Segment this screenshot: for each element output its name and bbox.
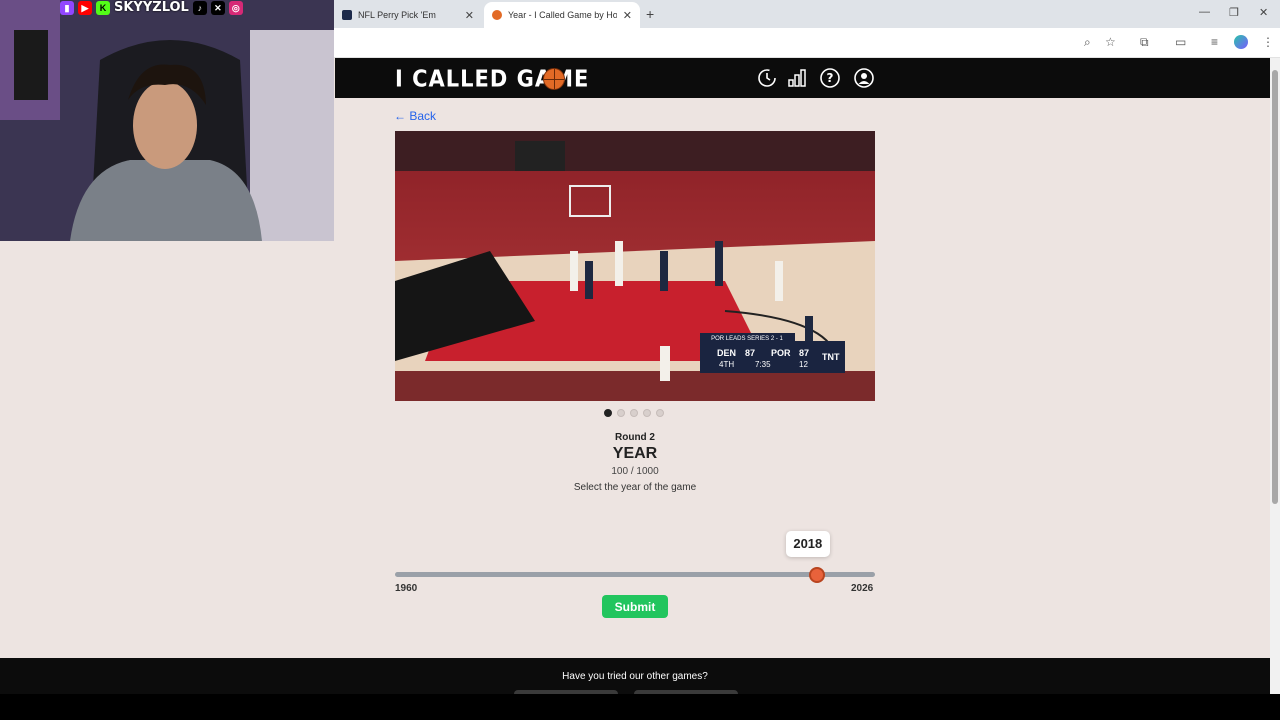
year-slider-thumb[interactable]	[808, 567, 825, 583]
browser-menu-icon[interactable]: ⋮	[1262, 35, 1274, 49]
basketball-logo-icon	[543, 68, 565, 90]
scoreboard-away-team: DEN	[717, 348, 736, 358]
close-tab-icon[interactable]: ✕	[623, 9, 632, 22]
scoreboard-shot-clock: 12	[799, 360, 808, 369]
streamer-handle: SKYYZLOL	[114, 0, 189, 15]
extensions-icon[interactable]: ⧉	[1140, 35, 1149, 50]
carousel-dot[interactable]	[617, 409, 625, 417]
site-footer: Have you tried our other games?	[0, 658, 1270, 698]
tab-label: Year - I Called Game by HoopGrids	[508, 10, 617, 20]
nfl-favicon-icon	[342, 10, 352, 20]
game-image: POR LEADS SERIES 2 - 1 DEN 87 POR 87 4TH…	[395, 131, 875, 401]
profile-icon[interactable]	[853, 67, 875, 89]
twitch-icon: ▮	[60, 0, 74, 15]
carousel-dots	[604, 409, 664, 417]
site-header: I CALLED GAME ?	[335, 58, 1280, 98]
scoreboard-away-score: 87	[745, 348, 755, 358]
scoreboard-period: 4TH	[719, 360, 734, 369]
new-tab-icon[interactable]: +	[646, 6, 654, 22]
minimize-icon[interactable]: —	[1199, 6, 1210, 18]
carousel-dot[interactable]	[604, 409, 612, 417]
round-label: Round 2	[615, 432, 655, 443]
zoom-icon[interactable]: ⌕	[1084, 35, 1091, 50]
webcam-feed	[0, 0, 334, 241]
carousel-dot[interactable]	[643, 409, 651, 417]
page-title: YEAR	[612, 445, 658, 462]
tiktok-icon: ♪	[192, 0, 207, 15]
bookmark-star-icon[interactable]: ☆	[1105, 35, 1116, 49]
carousel-dot[interactable]	[656, 409, 664, 417]
reading-list-icon[interactable]: ≡	[1211, 35, 1218, 49]
carousel-dot[interactable]	[630, 409, 638, 417]
score-display: 100 / 1000	[611, 466, 659, 477]
restore-icon[interactable]: ❐	[1229, 6, 1239, 19]
submit-button[interactable]: Submit	[602, 595, 668, 618]
back-link[interactable]: ← Back	[394, 109, 436, 123]
basketball-game-scene: POR LEADS SERIES 2 - 1 DEN 87 POR 87 4TH…	[395, 131, 875, 401]
svg-text:?: ?	[827, 71, 834, 85]
x-icon: ✕	[210, 0, 225, 15]
help-icon[interactable]: ?	[819, 67, 841, 89]
close-tab-icon[interactable]: ✕	[465, 9, 474, 22]
close-window-icon[interactable]: ✕	[1259, 6, 1268, 19]
social-icons-bar: ▮ ▶ K SKYYZLOL ♪ ✕ ◎	[60, 0, 243, 15]
history-icon[interactable]	[756, 67, 778, 89]
slider-value-tooltip: 2018	[785, 531, 830, 557]
basketball-favicon-icon	[492, 10, 502, 20]
year-slider-track[interactable]	[395, 572, 875, 577]
taskbar	[0, 694, 1280, 720]
tab-i-called-game[interactable]: Year - I Called Game by HoopGrids ✕	[484, 2, 640, 28]
scoreboard-home-score: 87	[799, 348, 809, 358]
youtube-icon: ▶	[78, 0, 92, 15]
instagram-icon: ◎	[228, 0, 243, 15]
stats-icon[interactable]	[786, 67, 808, 89]
slider-max-label: 2026	[851, 583, 874, 594]
scoreboard-clock: 7:35	[755, 360, 771, 369]
footer-text: Have you tried our other games?	[562, 671, 708, 682]
scoreboard-series: POR LEADS SERIES 2 - 1	[711, 336, 783, 342]
scoreboard-network: TNT	[822, 352, 840, 362]
webcam-overlay: ▮ ▶ K SKYYZLOL ♪ ✕ ◎	[0, 0, 334, 241]
cast-icon[interactable]: ▭	[1175, 35, 1186, 49]
extension-avatar-icon[interactable]	[1234, 35, 1248, 49]
scrollbar-thumb[interactable]	[1272, 70, 1278, 504]
tab-nfl-pick-em[interactable]: NFL Perry Pick 'Em ✕	[334, 2, 482, 28]
scoreboard-home-team: POR	[771, 348, 791, 358]
instruction-text: Select the year of the game	[573, 482, 697, 493]
kick-icon: K	[96, 0, 110, 15]
tab-label: NFL Perry Pick 'Em	[358, 10, 436, 20]
slider-min-label: 1960	[395, 583, 418, 594]
